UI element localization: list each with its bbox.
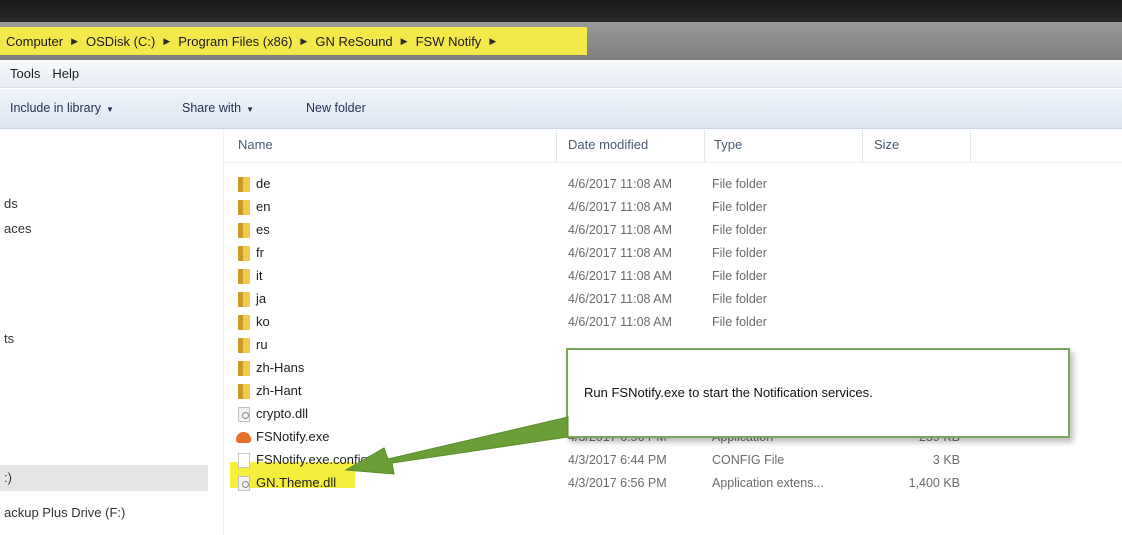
pointer-arrow-icon [344, 416, 569, 475]
arrow-shape [344, 416, 569, 475]
